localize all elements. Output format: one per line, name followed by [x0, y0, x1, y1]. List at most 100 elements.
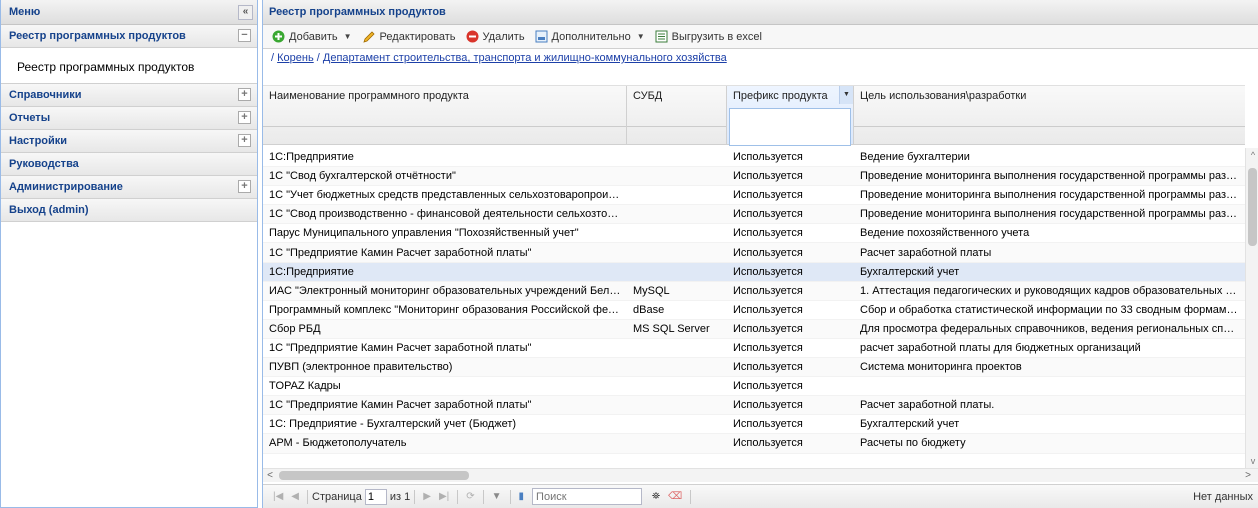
add-button-label: Добавить — [289, 30, 338, 43]
table-cell: Ведение бухгалтерии — [860, 151, 970, 164]
menu-item-registry[interactable]: Реестр программных продуктов — [17, 60, 257, 74]
toolbar-separator — [307, 489, 308, 504]
table-cell: Проведение мониторинга выполнения госуда… — [860, 189, 1245, 202]
table-cell: Программный комплекс "Мониторинг образов… — [269, 303, 627, 316]
table-cell: Расчеты по бюджету — [860, 437, 966, 450]
table-row[interactable]: 1С "Свод производственно - финансовой де… — [263, 205, 1245, 225]
collapse-menu-icon[interactable]: « — [238, 5, 253, 20]
table-row[interactable]: 1С "Предприятие Камин Расчет заработной … — [263, 243, 1245, 263]
table-cell: 1С "Свод бухгалтерской отчётности" — [269, 170, 456, 183]
menu-section-registry-body: Реестр программных продуктов — [1, 48, 257, 84]
table-row[interactable]: 1С "Предприятие Камин Расчет заработной … — [263, 396, 1245, 416]
menu-section-registry[interactable]: Реестр программных продуктов − — [1, 25, 257, 48]
table-row[interactable]: ПУВП (электронное правительство) Использу… — [263, 358, 1245, 378]
eraser-icon[interactable]: ⌫ — [664, 491, 686, 502]
menu-section-administration[interactable]: Администрирование + — [1, 176, 257, 199]
filter-field-name[interactable] — [263, 126, 626, 144]
registry-panel: Реестр программных продуктов Добавить ▼ … — [262, 0, 1258, 508]
more-button[interactable]: Дополнительно ▼ — [530, 28, 650, 45]
menu-section-reports[interactable]: Отчеты + — [1, 107, 257, 130]
table-cell: Ведение похозяйственного учета — [860, 227, 1030, 240]
menu-title: Меню — [9, 6, 41, 18]
table-row[interactable]: Сбор РБД MS SQL Server Используется Для про… — [263, 319, 1245, 339]
paging-status: Нет данных — [1193, 490, 1253, 503]
column-header-name[interactable]: Наименование программного продукта — [263, 86, 627, 144]
table-cell: Используется — [733, 437, 803, 450]
filter-field-prefix[interactable] — [729, 108, 851, 146]
export-excel-button[interactable]: Выгрузить в excel — [650, 28, 767, 45]
search-input[interactable] — [532, 488, 643, 505]
menu-section-label: Настройки — [9, 135, 68, 147]
binoculars-icon[interactable]: ⛯ — [648, 491, 664, 502]
breadcrumb: / Корень / Департамент строительства, тр… — [263, 49, 1258, 67]
page-number-input[interactable] — [364, 488, 387, 505]
scrollbar-thumb[interactable] — [279, 471, 469, 480]
columns-icon[interactable]: ▮ — [515, 491, 529, 502]
expand-section-icon[interactable]: + — [238, 180, 251, 193]
table-cell: ПУВП (электронное правительство) — [269, 361, 453, 374]
scroll-left-icon[interactable]: < — [263, 469, 277, 483]
column-header-prefix[interactable]: Префикс продукта ▼ — [727, 86, 854, 146]
table-cell: Используется — [733, 246, 803, 259]
toolbar-separator — [414, 489, 416, 504]
first-page-icon[interactable]: |◀ — [269, 491, 287, 502]
table-cell: TOPAZ Кадры — [269, 380, 341, 393]
table-row[interactable]: Парус Муниципального управления "Похозяй… — [263, 224, 1245, 244]
table-row[interactable]: ИАС "Электронный мониторинг образователь… — [263, 281, 1245, 301]
table-cell: Используется — [733, 227, 803, 240]
collapse-section-icon[interactable]: − — [238, 29, 251, 42]
table-cell: 1С: Предприятие - Бухгалтерский учет (Бю… — [269, 418, 517, 431]
toolbar-separator — [690, 489, 692, 504]
prev-page-icon[interactable]: ◀ — [287, 491, 303, 502]
table-row[interactable]: АРМ - Бюджетополучатель Используется Расче… — [263, 434, 1245, 454]
table-cell: Бухгалтерский учет — [860, 418, 960, 431]
menu-section-manuals[interactable]: Руководства — [1, 153, 257, 176]
last-page-icon[interactable]: ▶| — [435, 491, 453, 502]
scroll-up-icon[interactable]: ^ — [1246, 148, 1258, 162]
filter-field-purpose[interactable] — [854, 126, 1245, 144]
table-cell: Для просмотра федеральных справочников, … — [860, 322, 1245, 335]
table-row[interactable]: 1С "Предприятие Камин Расчет заработной … — [263, 339, 1245, 359]
breadcrumb-dept-link[interactable]: Департамент строительства, транспорта и … — [323, 52, 727, 64]
table-row[interactable]: Программный комплекс "Мониторинг образов… — [263, 301, 1245, 320]
menu-section-logout[interactable]: Выход (admin) — [1, 199, 257, 222]
menu-section-label: Руководства — [9, 158, 79, 170]
table-cell: MS SQL Server — [633, 322, 710, 335]
table-cell: 1С "Учет бюджетных средств представленны… — [269, 189, 627, 202]
edit-button[interactable]: Редактировать — [357, 28, 461, 46]
expand-section-icon[interactable]: + — [238, 111, 251, 124]
breadcrumb-root-link[interactable]: Корень — [277, 52, 314, 64]
scroll-right-icon[interactable]: > — [1241, 469, 1255, 483]
table-cell: Используется — [733, 399, 803, 412]
scroll-down-icon[interactable]: v — [1246, 454, 1258, 468]
add-icon — [272, 30, 285, 43]
next-page-icon[interactable]: ▶ — [419, 491, 435, 502]
menu-section-directories[interactable]: Справочники + — [1, 84, 257, 107]
panel-title: Реестр программных продуктов — [269, 6, 446, 18]
table-row[interactable]: 1С:Предприятие Используется Ведение бухгал… — [263, 148, 1245, 168]
column-header-purpose[interactable]: Цель использования\разработки — [854, 86, 1245, 144]
menu-section-settings[interactable]: Настройки + — [1, 130, 257, 153]
table-row[interactable]: 1С "Учет бюджетных средств представленны… — [263, 186, 1245, 206]
filter-field-dbms[interactable] — [627, 126, 726, 144]
column-label: СУБД — [633, 90, 663, 102]
table-row[interactable]: 1С: Предприятие - Бухгалтерский учет (Бю… — [263, 415, 1245, 435]
delete-button[interactable]: Удалить — [461, 28, 530, 45]
table-row[interactable]: 1С "Свод бухгалтерской отчётности" Исполь… — [263, 167, 1245, 187]
horizontal-scrollbar[interactable]: < > — [263, 468, 1258, 482]
expand-section-icon[interactable]: + — [238, 134, 251, 147]
table-row[interactable]: 1С:Предприятие Используется Бухгалтерский … — [263, 262, 1245, 282]
add-button[interactable]: Добавить ▼ — [267, 28, 357, 45]
column-menu-icon[interactable]: ▼ — [839, 86, 853, 104]
refresh-icon[interactable]: ⟳ — [462, 491, 478, 502]
vertical-scrollbar[interactable]: ^ v — [1245, 148, 1258, 468]
column-header-dbms[interactable]: СУБД — [627, 86, 727, 144]
table-cell: 1С:Предприятие — [269, 265, 354, 278]
table-cell: Используется — [733, 303, 803, 316]
filter-icon[interactable]: ▼ — [488, 491, 506, 502]
table-cell: Используется — [733, 361, 803, 374]
expand-section-icon[interactable]: + — [238, 88, 251, 101]
table-cell: Используется — [733, 151, 803, 164]
scrollbar-thumb[interactable] — [1248, 168, 1257, 246]
table-row[interactable]: TOPAZ Кадры Используется — [263, 377, 1245, 397]
